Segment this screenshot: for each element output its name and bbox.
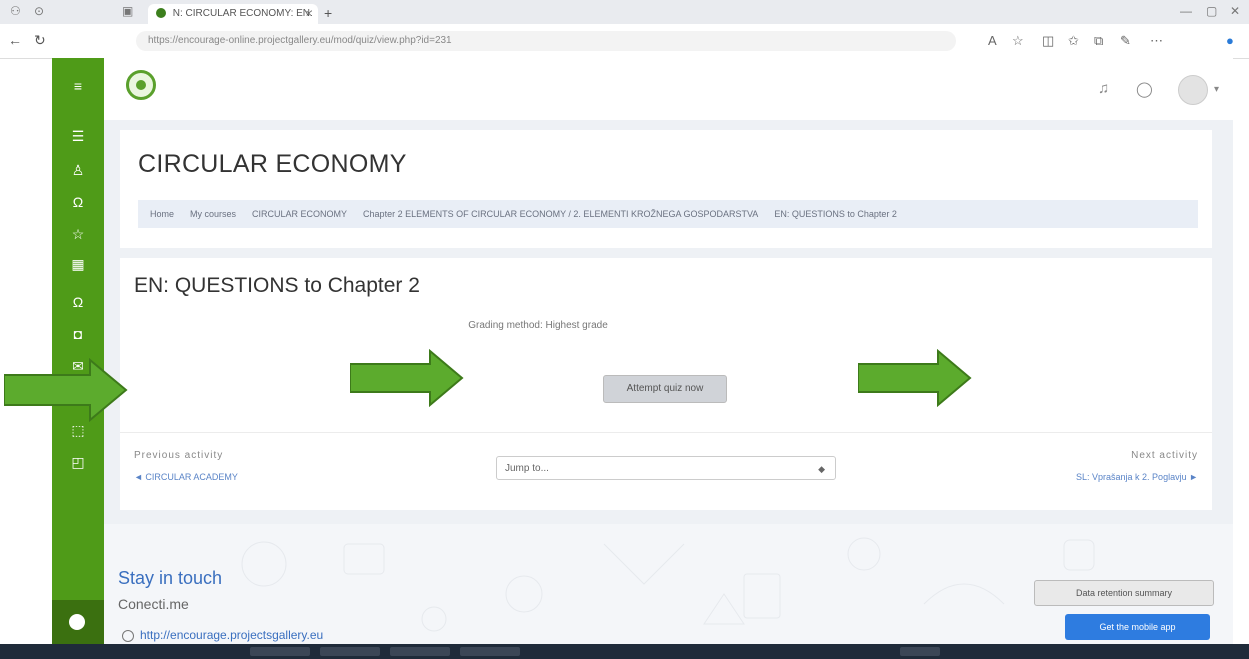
star-icon[interactable]: ☆ <box>52 226 104 243</box>
favorite-star-icon[interactable]: ☆ <box>1012 33 1024 49</box>
data-retention-button[interactable]: Data retention summary <box>1034 580 1214 606</box>
grading-method: Grading method: Highest grade <box>468 320 608 331</box>
quiz-card: EN: QUESTIONS to Chapter 2 Grading metho… <box>120 258 1212 510</box>
maximize-icon[interactable]: ▢ <box>1206 4 1217 18</box>
url-input[interactable]: https://encourage-online.projectgallery.… <box>136 31 956 51</box>
screen-icon[interactable]: ◘ <box>52 326 104 342</box>
calendar-icon[interactable]: ▦ <box>52 256 104 273</box>
previous-activity-label: Previous activity <box>134 450 224 461</box>
headphones-icon-2[interactable]: Ω <box>52 294 104 310</box>
address-bar: ← ↻ https://encourage-online.projectgall… <box>0 24 1249 59</box>
os-taskbar <box>0 644 1249 659</box>
jump-to-select[interactable]: Jump to... ◆ <box>496 456 836 480</box>
footer: Stay in touch Conecti.me http://encourag… <box>104 524 1233 644</box>
stay-in-touch-heading: Stay in touch <box>118 568 223 588</box>
sidebar: ≡ ☰ ♙ Ω ☆ ▦ Ω ◘ ✉ ≋ ⬚ ◰ <box>52 58 104 644</box>
next-activity-label: Next activity <box>1131 450 1198 461</box>
extensions-icon[interactable]: ✎ <box>1120 33 1131 49</box>
briefcase-icon[interactable]: ◰ <box>52 454 104 471</box>
hamburger-icon[interactable]: ≡ <box>52 78 104 94</box>
next-activity-link[interactable]: SL: Vprašanja k 2. Poglavju ► <box>1076 472 1198 482</box>
avatar[interactable] <box>1178 75 1208 105</box>
refresh-icon[interactable]: ↻ <box>34 32 46 49</box>
favorites-icon[interactable]: ✩ <box>1068 33 1079 49</box>
chevron-down-icon[interactable]: ▾ <box>1214 84 1219 95</box>
taskbar-item[interactable] <box>320 647 380 656</box>
close-window-icon[interactable]: ✕ <box>1230 4 1240 18</box>
breadcrumb-course[interactable]: CIRCULAR ECONOMY <box>252 209 347 219</box>
previous-activity-link[interactable]: ◄ CIRCULAR ACADEMY <box>134 472 238 482</box>
main-content: ♫ ◯ ▾ CIRCULAR ECONOMY Home My courses C… <box>104 58 1233 644</box>
copilot-icon[interactable]: ● <box>1226 33 1234 48</box>
back-icon[interactable]: ← <box>8 32 22 48</box>
user-icon[interactable]: ♙ <box>52 162 104 179</box>
taskbar-item[interactable] <box>900 647 940 656</box>
tab-actions-icon[interactable]: ▣ <box>122 4 133 18</box>
breadcrumb-quiz[interactable]: EN: QUESTIONS to Chapter 2 <box>774 209 897 219</box>
jump-to-value: Jump to... <box>505 463 549 474</box>
globe-icon <box>122 629 134 642</box>
gear-icon[interactable] <box>69 614 85 630</box>
select-caret-icon: ◆ <box>818 464 825 474</box>
arrow-shape-1 <box>4 358 128 422</box>
taskbar-item[interactable] <box>460 647 520 656</box>
page-title: CIRCULAR ECONOMY <box>138 150 407 178</box>
site-link-text[interactable]: http://encourage.projectsgallery.eu <box>140 628 323 642</box>
divider <box>120 432 1212 433</box>
breadcrumb: Home My courses CIRCULAR ECONOMY Chapter… <box>138 200 1198 228</box>
site-link[interactable]: http://encourage.projectsgallery.eu <box>122 628 323 642</box>
taskbar-item[interactable] <box>250 647 310 656</box>
mobile-app-button[interactable]: Get the mobile app <box>1065 614 1210 640</box>
breadcrumb-my-courses[interactable]: My courses <box>190 209 236 219</box>
notification-bell-icon[interactable]: ♫ <box>1098 80 1109 97</box>
course-header: CIRCULAR ECONOMY Home My courses CIRCULA… <box>120 130 1212 248</box>
browser-titlebar: ⚇ ⊙ ▣ N: CIRCULAR ECONOMY: EN: QUESTI × … <box>0 0 1249 39</box>
sidebar-settings[interactable] <box>52 600 104 644</box>
collections-icon[interactable]: ⧉ <box>1094 33 1103 49</box>
quiz-title: EN: QUESTIONS to Chapter 2 <box>134 274 420 297</box>
taskbar-item[interactable] <box>390 647 450 656</box>
more-icon[interactable]: ⋯ <box>1150 33 1163 49</box>
profile-icon[interactable]: ⚇ <box>10 4 21 18</box>
close-icon[interactable]: × <box>306 4 312 24</box>
top-navbar: ♫ ◯ ▾ <box>104 58 1233 120</box>
connect-text: Conecti.me <box>118 596 189 612</box>
messages-icon[interactable]: ◯ <box>1136 80 1153 98</box>
headphones-icon[interactable]: Ω <box>52 194 104 210</box>
arrow-shape-2 <box>350 349 464 407</box>
tab-favicon-icon <box>156 8 166 19</box>
breadcrumb-home[interactable]: Home <box>150 209 174 219</box>
site-logo[interactable] <box>126 70 156 100</box>
split-screen-icon[interactable]: ◫ <box>1042 33 1054 49</box>
attempt-quiz-button[interactable]: Attempt quiz now <box>603 375 727 403</box>
new-tab-button[interactable]: + <box>324 5 332 21</box>
arrow-shape-3 <box>858 349 972 407</box>
browser-tab[interactable]: N: CIRCULAR ECONOMY: EN: QUESTI × <box>148 4 318 39</box>
breadcrumb-chapter[interactable]: Chapter 2 ELEMENTS OF CIRCULAR ECONOMY /… <box>363 209 758 219</box>
list-icon[interactable]: ☰ <box>52 128 104 145</box>
workspaces-icon[interactable]: ⊙ <box>34 4 44 18</box>
box-icon[interactable]: ⬚ <box>52 422 104 439</box>
read-aloud-icon[interactable]: A <box>988 33 997 48</box>
minimize-icon[interactable]: — <box>1180 4 1192 18</box>
